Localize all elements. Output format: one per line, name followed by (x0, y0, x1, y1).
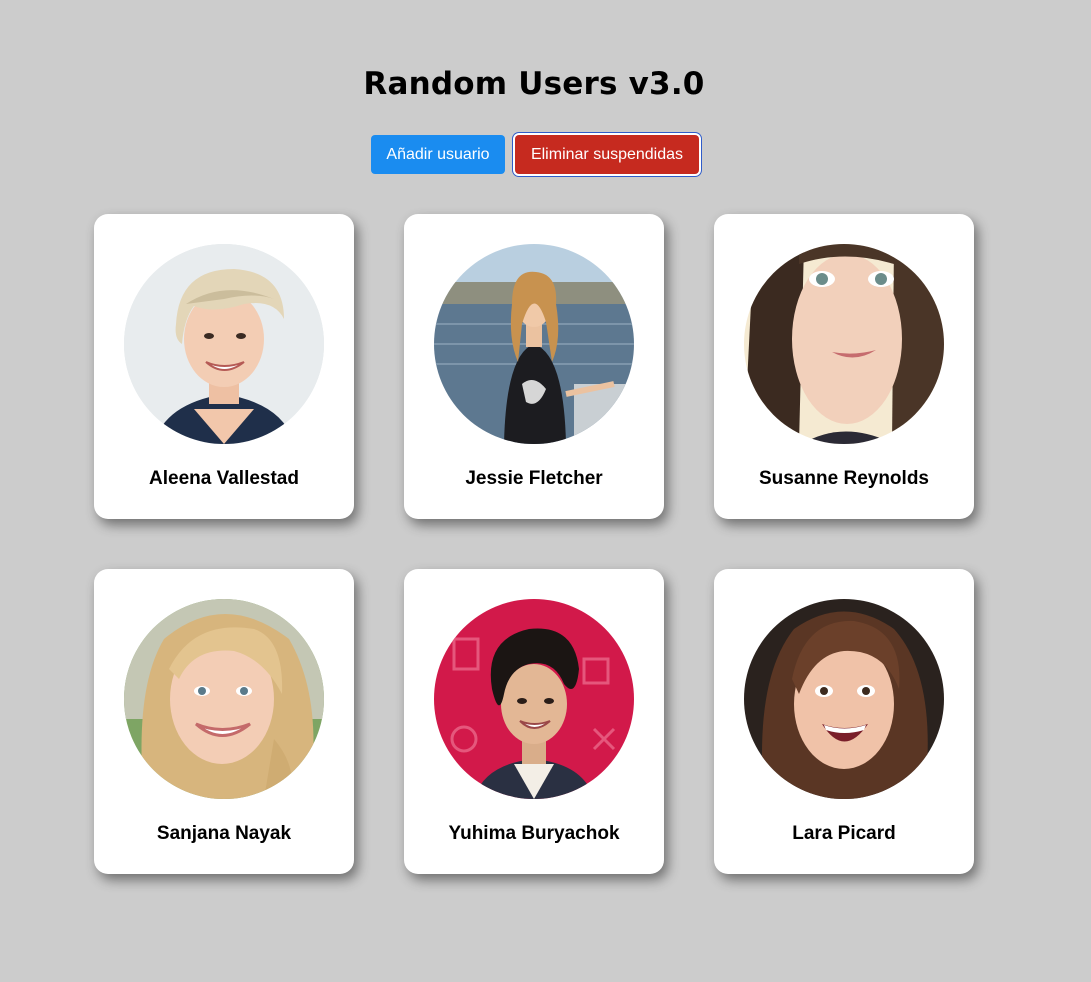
user-avatar (124, 599, 324, 799)
remove-suspended-button[interactable]: Eliminar suspendidas (515, 135, 699, 174)
toolbar: Añadir usuario Eliminar suspendidas (371, 135, 699, 174)
user-avatar (434, 244, 634, 444)
user-name: Lara Picard (792, 823, 896, 844)
user-avatar (124, 244, 324, 444)
user-card[interactable]: Yuhima Buryachok (404, 569, 664, 874)
user-card[interactable]: Susanne Reynolds (714, 214, 974, 519)
user-name: Yuhima Buryachok (448, 823, 620, 844)
user-name: Aleena Vallestad (149, 468, 299, 489)
user-card[interactable]: Aleena Vallestad (94, 214, 354, 519)
user-card[interactable]: Jessie Fletcher (404, 214, 664, 519)
user-name: Jessie Fletcher (465, 468, 603, 489)
page-title: Random Users v3.0 (363, 66, 705, 102)
user-card[interactable]: Sanjana Nayak (94, 569, 354, 874)
user-avatar (434, 599, 634, 799)
user-card[interactable]: Lara Picard (714, 569, 974, 874)
user-avatar (744, 244, 944, 444)
user-name: Susanne Reynolds (759, 468, 929, 489)
add-user-button[interactable]: Añadir usuario (371, 135, 505, 174)
user-grid: Aleena Vallestad Jessie Fletcher Susanne… (94, 214, 974, 874)
user-name: Sanjana Nayak (156, 823, 292, 844)
user-avatar (744, 599, 944, 799)
